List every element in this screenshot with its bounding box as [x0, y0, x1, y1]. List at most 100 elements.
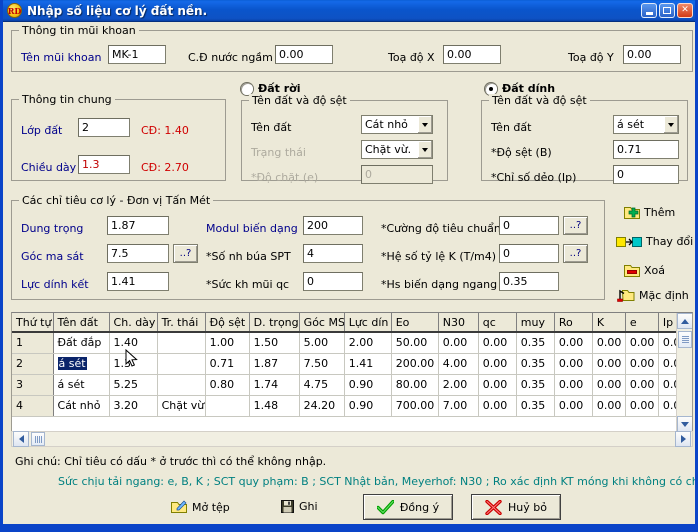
spt-blows-input[interactable]: 4 — [303, 244, 363, 263]
coord-y-input[interactable]: 0.00 — [623, 45, 681, 64]
table-row[interactable]: 2á sét1.30.711.877.501.41200.004.000.000… — [12, 353, 692, 374]
standard-strength-input[interactable]: 0 — [499, 216, 559, 235]
table-cell[interactable]: 1.40 — [109, 332, 157, 353]
table-row-number[interactable]: 3 — [12, 374, 53, 395]
table-cell[interactable]: 1.50 — [249, 332, 299, 353]
cohesion-input[interactable]: 1.41 — [107, 272, 169, 291]
table-cell[interactable]: 0.90 — [344, 374, 391, 395]
loose-soil-name-select[interactable]: Cát nhỏ — [361, 115, 433, 134]
table-cell[interactable]: 0.00 — [554, 374, 592, 395]
table-cell[interactable]: 0.00 — [625, 374, 658, 395]
table-cell[interactable]: 0.35 — [516, 332, 554, 353]
table-column-header[interactable]: Ch. dày — [109, 313, 157, 332]
table-cell[interactable]: 4.75 — [299, 374, 344, 395]
layer-input[interactable]: 2 — [78, 118, 130, 137]
save-button[interactable]: Ghi — [281, 500, 318, 513]
groundwater-level-input[interactable]: 0.00 — [275, 45, 333, 64]
chevron-down-icon[interactable] — [417, 116, 432, 133]
table-cell[interactable]: 0.90 — [344, 395, 391, 416]
poisson-ratio-input[interactable]: 0.35 — [499, 272, 559, 291]
minimize-icon[interactable] — [641, 3, 657, 18]
table-column-header[interactable]: Độ sệt — [205, 313, 249, 332]
table-cell[interactable]: Đất đắp — [53, 332, 109, 353]
plasticity-index-input[interactable]: 0 — [613, 165, 679, 184]
scroll-down-button[interactable] — [677, 416, 693, 432]
scroll-right-button[interactable] — [675, 431, 691, 447]
table-column-header[interactable]: Tr. thái — [157, 313, 205, 332]
loose-density-input[interactable]: 0 — [361, 165, 433, 184]
scroll-thumb-horizontal[interactable] — [31, 432, 45, 446]
table-cell[interactable]: 0.71 — [205, 353, 249, 374]
table-row[interactable]: 4Cát nhỏ3.20Chặt vừ1.4824.200.90700.007.… — [12, 395, 692, 416]
table-cell[interactable]: 0.00 — [438, 332, 478, 353]
scroll-up-button[interactable] — [677, 313, 693, 329]
default-button[interactable]: Mặc định — [617, 288, 689, 303]
table-horizontal-scrollbar[interactable] — [11, 431, 693, 447]
table-column-header[interactable]: Tên đất — [53, 313, 109, 332]
table-cell[interactable]: 0.00 — [554, 395, 592, 416]
table-cell[interactable]: 0.00 — [478, 332, 516, 353]
k-coefficient-help-button[interactable]: ..? — [563, 244, 588, 263]
scroll-left-button[interactable] — [13, 431, 29, 447]
table-cell[interactable]: 0.35 — [516, 395, 554, 416]
cohesive-soil-name-select[interactable]: á sét — [613, 115, 679, 134]
borehole-name-input[interactable]: MK-1 — [108, 45, 166, 64]
table-cell[interactable]: 1.48 — [249, 395, 299, 416]
table-cell[interactable]: 0.00 — [625, 332, 658, 353]
table-cell[interactable]: 7.00 — [438, 395, 478, 416]
table-column-header[interactable]: muy — [516, 313, 554, 332]
loose-state-select[interactable]: Chặt vừ. — [361, 140, 433, 159]
table-cell[interactable]: 0.00 — [592, 332, 625, 353]
liquidity-index-input[interactable]: 0.71 — [613, 140, 679, 159]
table-cell[interactable]: 700.00 — [391, 395, 438, 416]
table-column-header[interactable]: Lực dín — [344, 313, 391, 332]
friction-angle-help-button[interactable]: ..? — [173, 244, 198, 263]
change-button[interactable]: Thay đổi — [616, 235, 693, 248]
thickness-input[interactable]: 1.3 — [78, 155, 130, 174]
chevron-down-icon[interactable] — [663, 116, 678, 133]
table-cell[interactable]: 24.20 — [299, 395, 344, 416]
table-row-number[interactable]: 4 — [12, 395, 53, 416]
table-cell[interactable]: 80.00 — [391, 374, 438, 395]
table-column-header[interactable]: Góc MS — [299, 313, 344, 332]
table-cell[interactable]: Chặt vừ — [157, 395, 205, 416]
table-cell[interactable]: 0.00 — [592, 374, 625, 395]
table-cell[interactable]: 7.50 — [299, 353, 344, 374]
table-cell[interactable]: 0.00 — [554, 332, 592, 353]
table-cell[interactable]: 1.3 — [109, 353, 157, 374]
table-column-header[interactable]: Thứ tự — [12, 313, 53, 332]
scroll-thumb-vertical[interactable] — [678, 331, 692, 348]
table-row[interactable]: 3á sét5.250.801.744.750.9080.002.000.000… — [12, 374, 692, 395]
table-column-header[interactable]: Ro — [554, 313, 592, 332]
table-column-header[interactable]: N30 — [438, 313, 478, 332]
table-row-number[interactable]: 2 — [12, 353, 53, 374]
maximize-icon[interactable] — [659, 3, 675, 18]
table-cell[interactable]: 0.35 — [516, 374, 554, 395]
table-cell[interactable]: 0.00 — [625, 395, 658, 416]
coord-x-input[interactable]: 0.00 — [443, 45, 501, 64]
table-cell[interactable]: 0.00 — [625, 353, 658, 374]
table-cell[interactable]: 0.00 — [554, 353, 592, 374]
table-column-header[interactable]: qc — [478, 313, 516, 332]
table-cell[interactable]: 2.00 — [344, 332, 391, 353]
unit-weight-input[interactable]: 1.87 — [107, 216, 169, 235]
table-cell[interactable]: 1.41 — [344, 353, 391, 374]
k-coefficient-input[interactable]: 0 — [499, 244, 559, 263]
cone-resistance-input[interactable]: 0 — [303, 272, 363, 291]
standard-strength-help-button[interactable]: ..? — [563, 216, 588, 235]
table-cell[interactable]: 2.00 — [438, 374, 478, 395]
table-cell[interactable]: 5.00 — [299, 332, 344, 353]
table-cell[interactable]: 3.20 — [109, 395, 157, 416]
table-cell[interactable]: 0.80 — [205, 374, 249, 395]
table-column-header[interactable]: D. trọng — [249, 313, 299, 332]
table-vertical-scrollbar[interactable] — [676, 313, 692, 432]
table-cell[interactable]: 4.00 — [438, 353, 478, 374]
cancel-button[interactable]: Huỷ bỏ — [471, 494, 561, 520]
table-cell[interactable]: 0.00 — [478, 374, 516, 395]
soil-layers-table[interactable]: Thứ tựTên đấtCh. dàyTr. tháiĐộ sệtD. trọ… — [11, 312, 693, 433]
table-row[interactable]: 1Đất đắp1.401.001.505.002.0050.000.000.0… — [12, 332, 692, 353]
table-cell[interactable]: á sét — [53, 353, 109, 374]
table-cell[interactable]: 1.87 — [249, 353, 299, 374]
table-cell[interactable] — [157, 332, 205, 353]
table-cell[interactable]: 1.00 — [205, 332, 249, 353]
